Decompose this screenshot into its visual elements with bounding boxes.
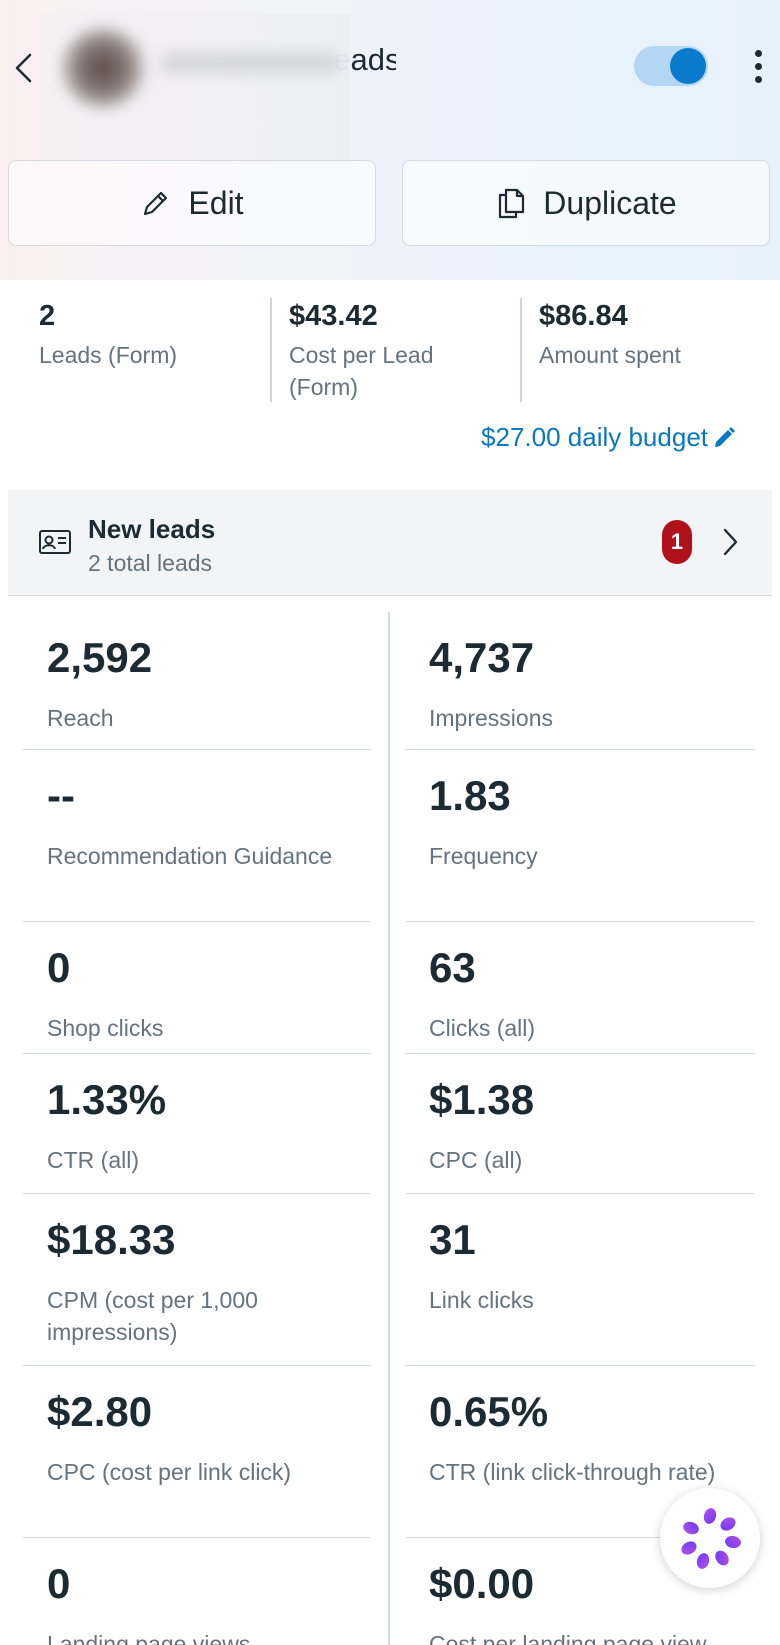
stat-cost-per-lead[interactable]: $43.42 Cost per Lead (Form)	[289, 300, 499, 403]
metric-label: Shop clicks	[47, 1015, 164, 1041]
stat-value: $43.42	[289, 300, 378, 332]
divider	[23, 748, 371, 750]
back-button[interactable]	[6, 48, 40, 88]
divider	[23, 1052, 371, 1054]
metric-label: CPM (cost per 1,000 impressions)	[47, 1287, 258, 1345]
metric-cpc-all[interactable]: $1.38 CPC (all)	[405, 1056, 755, 1194]
stat-value: 2	[39, 300, 56, 332]
metric-landing-page-views[interactable]: 0 Landing page views	[23, 1540, 371, 1645]
metric-cpc-link-click[interactable]: $2.80 CPC (cost per link click)	[23, 1368, 371, 1538]
metric-shop-clicks[interactable]: 0 Shop clicks	[23, 924, 371, 1054]
metric-value: 2,592	[47, 634, 153, 681]
more-options-button[interactable]	[744, 44, 772, 88]
metrics-grid: 2,592 Reach 4,737 Impressions -- Recomme…	[0, 598, 780, 1645]
metric-value: 0	[47, 1560, 71, 1607]
center-divider	[388, 612, 390, 1645]
duplicate-button[interactable]: Duplicate	[402, 160, 770, 246]
id-card-icon	[39, 530, 71, 554]
metric-value: $18.33	[47, 1216, 176, 1263]
metric-value: $0.00	[429, 1560, 535, 1607]
metric-label: Link clicks	[429, 1287, 534, 1313]
divider	[405, 1364, 755, 1366]
metric-link-clicks[interactable]: 31 Link clicks	[405, 1196, 755, 1366]
metric-value: 0	[47, 944, 71, 991]
stat-leads-form[interactable]: 2 Leads (Form)	[39, 300, 259, 371]
new-leads-subtitle: 2 total leads	[88, 550, 213, 576]
redacted-title-text	[160, 52, 340, 74]
divider	[23, 1192, 371, 1194]
metric-clicks-all[interactable]: 63 Clicks (all)	[405, 924, 755, 1054]
toggle-knob	[670, 48, 706, 84]
metric-recommendation-guidance[interactable]: -- Recommendation Guidance	[23, 752, 371, 922]
new-leads-title: New leads	[88, 514, 216, 544]
stat-label: Leads (Form)	[39, 342, 178, 368]
header: Leads Edit Duplicate	[0, 0, 780, 280]
metric-label: Clicks (all)	[429, 1015, 536, 1041]
divider	[520, 298, 522, 402]
assistant-sparkle-icon	[681, 1508, 741, 1569]
metric-value: 4,737	[429, 634, 535, 681]
assistant-button[interactable]	[660, 1488, 760, 1588]
divider	[23, 1364, 371, 1366]
metric-label: CTR (all)	[47, 1147, 139, 1173]
metric-value: 63	[429, 944, 476, 991]
metric-value: $2.80	[47, 1388, 153, 1435]
divider	[405, 1192, 755, 1194]
edit-button[interactable]: Edit	[8, 160, 376, 246]
new-leads-row[interactable]: New leads 2 total leads 1	[8, 490, 772, 596]
divider	[23, 1536, 371, 1538]
stat-value: $86.84	[539, 300, 628, 332]
metric-value: 31	[429, 1216, 476, 1263]
metric-impressions[interactable]: 4,737 Impressions	[405, 598, 755, 750]
duplicate-label: Duplicate	[543, 184, 677, 221]
stat-label: Amount spent	[539, 342, 681, 368]
daily-budget-link[interactable]: $27.00 daily budget	[481, 422, 736, 453]
results-summary: 2 Leads (Form) $43.42 Cost per Lead (For…	[8, 280, 772, 490]
avatar	[58, 26, 148, 110]
pencil-icon	[144, 191, 168, 216]
metric-value: 0.65%	[429, 1388, 549, 1435]
metric-label: Recommendation Guidance	[47, 843, 333, 869]
more-vertical-icon	[754, 49, 762, 83]
metric-label: CPC (all)	[429, 1147, 523, 1173]
divider	[405, 1052, 755, 1054]
metric-value: --	[47, 772, 75, 819]
metric-label: CTR (link click-through rate)	[429, 1459, 716, 1485]
campaign-status-toggle[interactable]	[634, 46, 708, 86]
metric-label: Cost per landing page view	[429, 1631, 707, 1645]
edit-pencil-icon	[715, 426, 735, 447]
duplicate-icon	[499, 188, 525, 219]
budget-label: $27.00 daily budget	[481, 422, 708, 452]
divider	[23, 920, 371, 922]
metric-cpm[interactable]: $18.33 CPM (cost per 1,000 impressions)	[23, 1196, 371, 1366]
stat-amount-spent[interactable]: $86.84 Amount spent	[539, 300, 759, 371]
metric-ctr-all[interactable]: 1.33% CTR (all)	[23, 1056, 371, 1194]
metric-label: Landing page views	[47, 1631, 251, 1645]
metric-label: Frequency	[429, 843, 538, 869]
metric-reach[interactable]: 2,592 Reach	[23, 598, 371, 750]
new-leads-badge: 1	[662, 520, 692, 564]
metric-value: 1.33%	[47, 1076, 167, 1123]
edit-label: Edit	[188, 184, 244, 221]
divider	[405, 920, 755, 922]
metric-label: Impressions	[429, 705, 553, 731]
divider	[270, 298, 272, 402]
metric-label: Reach	[47, 705, 114, 731]
chevron-right-icon	[723, 528, 738, 556]
metric-value: $1.38	[429, 1076, 535, 1123]
metric-value: 1.83	[429, 772, 511, 819]
metric-frequency[interactable]: 1.83 Frequency	[405, 752, 755, 922]
chevron-left-icon	[15, 53, 32, 83]
metric-label: CPC (cost per link click)	[47, 1459, 292, 1485]
stat-label: Cost per Lead (Form)	[289, 342, 434, 400]
divider	[405, 748, 755, 750]
